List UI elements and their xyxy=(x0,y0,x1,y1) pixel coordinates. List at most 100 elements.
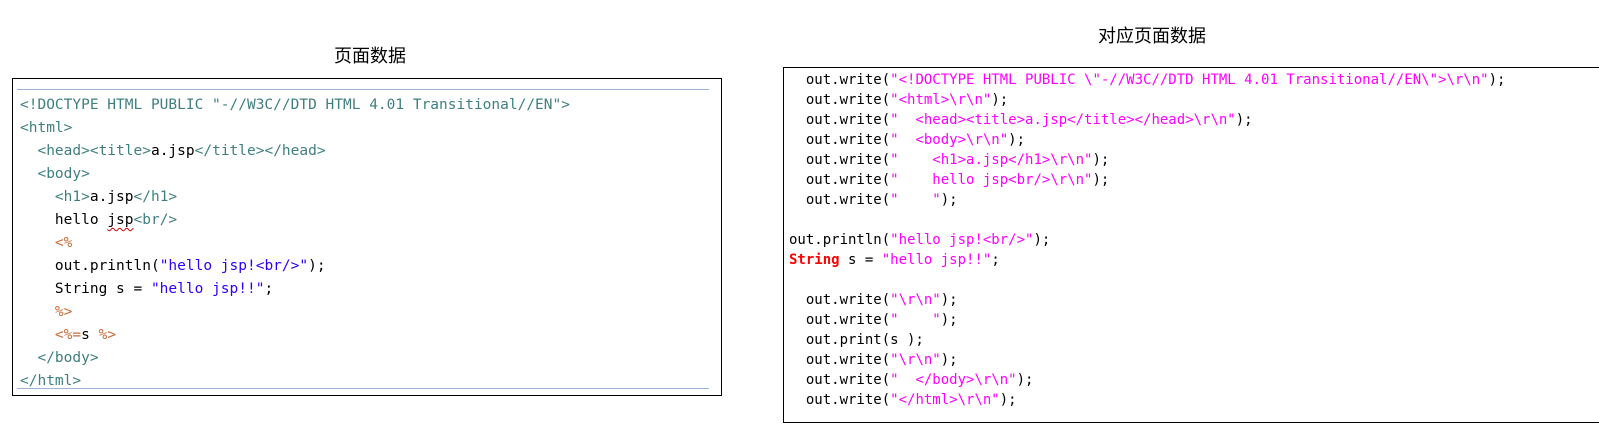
code-token: <%= xyxy=(54,327,82,343)
code-line: out.write(" "); xyxy=(789,310,1505,330)
code-token: ); xyxy=(1033,232,1051,248)
code-token: " <h1>a.jsp</h1>\r\n" xyxy=(890,152,1093,168)
code-token: "<!DOCTYPE HTML PUBLIC \"-//W3C//DTD HTM… xyxy=(890,72,1489,88)
code-token: out.write( xyxy=(789,372,891,388)
code-token: out.println( xyxy=(789,232,891,248)
code-line: <html> xyxy=(20,117,570,140)
panel-top-rule xyxy=(17,89,709,90)
code-token: out.write( xyxy=(789,112,891,128)
code-token: jsp xyxy=(107,212,134,228)
code-token: " hello jsp<br/>\r\n" xyxy=(890,172,1093,188)
code-token: out.write( xyxy=(789,392,891,408)
code-line: <body> xyxy=(20,163,570,186)
code-line: out.write("\r\n"); xyxy=(789,290,1505,310)
code-line: out.println("hello jsp!<br/>"); xyxy=(789,230,1505,250)
code-token: a.jsp xyxy=(89,189,134,205)
code-token: ; xyxy=(991,252,1000,268)
code-line: <%=s %> xyxy=(20,324,570,347)
code-token: String s = xyxy=(20,281,151,297)
code-line: <% xyxy=(20,232,570,255)
code-token: " <body>\r\n" xyxy=(890,132,1009,148)
code-line: </html> xyxy=(20,370,570,393)
right-caption: 对应页面数据 xyxy=(1098,26,1206,47)
code-token: out.print(s ); xyxy=(789,332,924,348)
code-token: out.write( xyxy=(789,132,891,148)
code-token: %> xyxy=(54,304,73,320)
code-token: "hello jsp!<br/>" xyxy=(890,232,1034,248)
code-token: ); xyxy=(1008,132,1026,148)
code-line: out.write(" </body>\r\n"); xyxy=(789,370,1505,390)
code-line: out.write("<html>\r\n"); xyxy=(789,90,1505,110)
code-token: </body> xyxy=(37,350,99,366)
code-token: <head><title> xyxy=(37,143,151,159)
code-token: s = xyxy=(839,252,882,268)
code-token: out.write( xyxy=(789,72,891,88)
code-token: </title></head> xyxy=(194,143,326,159)
code-token: " <head><title>a.jsp</title></head>\r\n" xyxy=(890,112,1236,128)
code-token: </h1> xyxy=(133,189,178,205)
panel-bottom-rule xyxy=(17,388,709,389)
code-token: <body> xyxy=(37,166,90,182)
code-line: String s = "hello jsp!!"; xyxy=(20,278,570,301)
code-token: a.jsp xyxy=(150,143,195,159)
code-line: hello jsp<br/> xyxy=(20,209,570,232)
code-token: "</html>\r\n" xyxy=(890,392,1000,408)
code-line: out.write(" <h1>a.jsp</h1>\r\n"); xyxy=(789,150,1505,170)
code-line: out.print(s ); xyxy=(789,330,1505,350)
code-token: ); xyxy=(940,192,958,208)
code-token: <!DOCTYPE HTML PUBLIC "-//W3C//DTD HTML … xyxy=(20,97,570,113)
code-token: "<html>\r\n" xyxy=(890,92,992,108)
code-token: out.write( xyxy=(789,312,891,328)
left-caption: 页面数据 xyxy=(334,46,406,67)
code-token: </html> xyxy=(20,373,82,389)
code-token: out.write( xyxy=(789,192,891,208)
code-token: String xyxy=(789,252,840,268)
jsp-source-code: <!DOCTYPE HTML PUBLIC "-//W3C//DTD HTML … xyxy=(20,94,570,393)
code-token: ); xyxy=(1488,72,1506,88)
code-line: <head><title>a.jsp</title></head> xyxy=(20,140,570,163)
code-token: ); xyxy=(308,258,326,274)
code-token: ); xyxy=(1235,112,1253,128)
code-line: out.write("\r\n"); xyxy=(789,350,1505,370)
code-line: out.println("hello jsp!<br/>"); xyxy=(20,255,570,278)
code-token: ; xyxy=(264,281,274,297)
code-token: out.write( xyxy=(789,152,891,168)
code-token: out.println( xyxy=(20,258,160,274)
code-token: "\r\n" xyxy=(890,292,941,308)
code-line: out.write("</html>\r\n"); xyxy=(789,390,1505,410)
code-line: </body> xyxy=(20,347,570,370)
generated-servlet-code: out.write("<!DOCTYPE HTML PUBLIC \"-//W3… xyxy=(789,70,1505,410)
code-line: out.write(" "); xyxy=(789,190,1505,210)
code-token: "\r\n" xyxy=(890,352,941,368)
code-line: out.write(" <body>\r\n"); xyxy=(789,130,1505,150)
code-token: out.write( xyxy=(789,92,891,108)
code-token: %> xyxy=(98,327,117,343)
code-token: out.write( xyxy=(789,292,891,308)
code-token: " " xyxy=(890,312,941,328)
code-token: ); xyxy=(999,392,1017,408)
code-line: String s = "hello jsp!!"; xyxy=(789,250,1505,270)
code-token: " " xyxy=(890,192,941,208)
code-line: <h1>a.jsp</h1> xyxy=(20,186,570,209)
code-token: "hello jsp!!" xyxy=(881,252,992,268)
code-token: <html> xyxy=(20,120,73,136)
code-token: "hello jsp!<br/>" xyxy=(159,258,309,274)
code-token: hello xyxy=(20,212,108,228)
code-token: ); xyxy=(940,292,958,308)
code-line: %> xyxy=(20,301,570,324)
code-token: ); xyxy=(940,352,958,368)
code-token: " </body>\r\n" xyxy=(890,372,1017,388)
code-token: s xyxy=(81,327,99,343)
code-token: "hello jsp!!" xyxy=(150,281,265,297)
code-token: ); xyxy=(991,92,1009,108)
code-line: out.write(" hello jsp<br/>\r\n"); xyxy=(789,170,1505,190)
code-token: <% xyxy=(54,235,73,251)
